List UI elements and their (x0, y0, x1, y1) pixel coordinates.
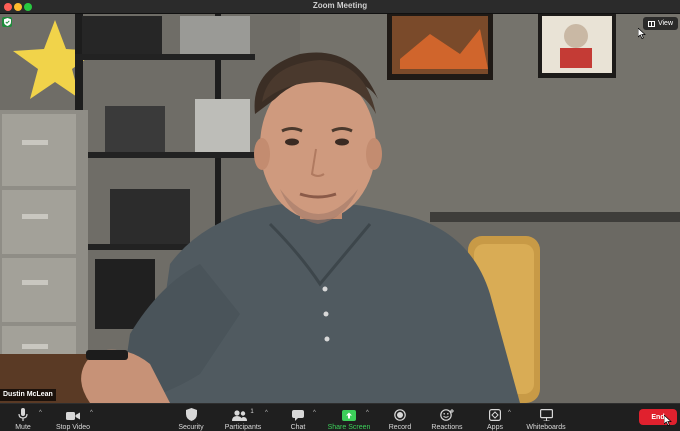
participants-icon: 1 (232, 406, 254, 421)
record-button[interactable]: Record (385, 404, 415, 431)
mute-button[interactable]: Mute (7, 404, 39, 431)
video-feed: View Dustin McLean (0, 14, 680, 403)
reactions-button[interactable]: Reactions (429, 404, 465, 431)
security-button[interactable]: Security (174, 404, 208, 431)
smiley-plus-icon (440, 406, 454, 421)
meeting-toolbar: Mute ^ Stop Video ^ Security 1 Participa… (0, 403, 680, 431)
participants-count: 1 (250, 409, 254, 415)
window-title: Zoom Meeting (312, 1, 368, 10)
participant-video-image (0, 14, 680, 403)
mute-label: Mute (15, 424, 31, 431)
view-button[interactable]: View (642, 17, 678, 30)
reactions-label: Reactions (431, 424, 463, 431)
whiteboards-label: Whiteboards (526, 424, 566, 431)
record-icon (394, 406, 406, 421)
participant-name-tag: Dustin McLean (0, 389, 56, 401)
whiteboard-icon (539, 406, 553, 421)
view-button-label: View (657, 20, 673, 27)
share-screen-label: Share Screen (327, 424, 371, 431)
chevron-up-icon[interactable]: ^ (265, 410, 268, 416)
grid-view-icon (647, 20, 655, 27)
record-label: Record (388, 424, 412, 431)
share-screen-button[interactable]: Share Screen (326, 404, 372, 431)
whiteboards-button[interactable]: Whiteboards (524, 404, 568, 431)
share-screen-icon (342, 406, 356, 421)
shield-check-icon[interactable] (2, 17, 12, 27)
chat-label: Chat (290, 424, 306, 431)
shield-icon (185, 406, 197, 421)
chevron-up-icon[interactable]: ^ (366, 410, 369, 416)
hand-pointer-icon (664, 415, 672, 426)
window-title-bar: Zoom Meeting (0, 0, 680, 14)
chevron-up-icon[interactable]: ^ (508, 410, 511, 416)
chevron-up-icon[interactable]: ^ (39, 410, 42, 416)
security-label: Security (178, 424, 204, 431)
apps-icon (489, 406, 501, 421)
chevron-up-icon[interactable]: ^ (90, 410, 93, 416)
chevron-up-icon[interactable]: ^ (313, 410, 316, 416)
video-camera-icon (66, 406, 80, 421)
microphone-icon (18, 406, 28, 421)
apps-button[interactable]: Apps (483, 404, 507, 431)
chat-bubble-icon (292, 406, 304, 421)
stop-video-button[interactable]: Stop Video (53, 404, 93, 431)
participants-label: Participants (224, 424, 262, 431)
stop-video-label: Stop Video (55, 424, 91, 431)
mouse-pointer-icon (638, 28, 646, 39)
chat-button[interactable]: Chat (285, 404, 311, 431)
apps-label: Apps (487, 424, 503, 431)
participants-button[interactable]: 1 Participants (221, 404, 265, 431)
